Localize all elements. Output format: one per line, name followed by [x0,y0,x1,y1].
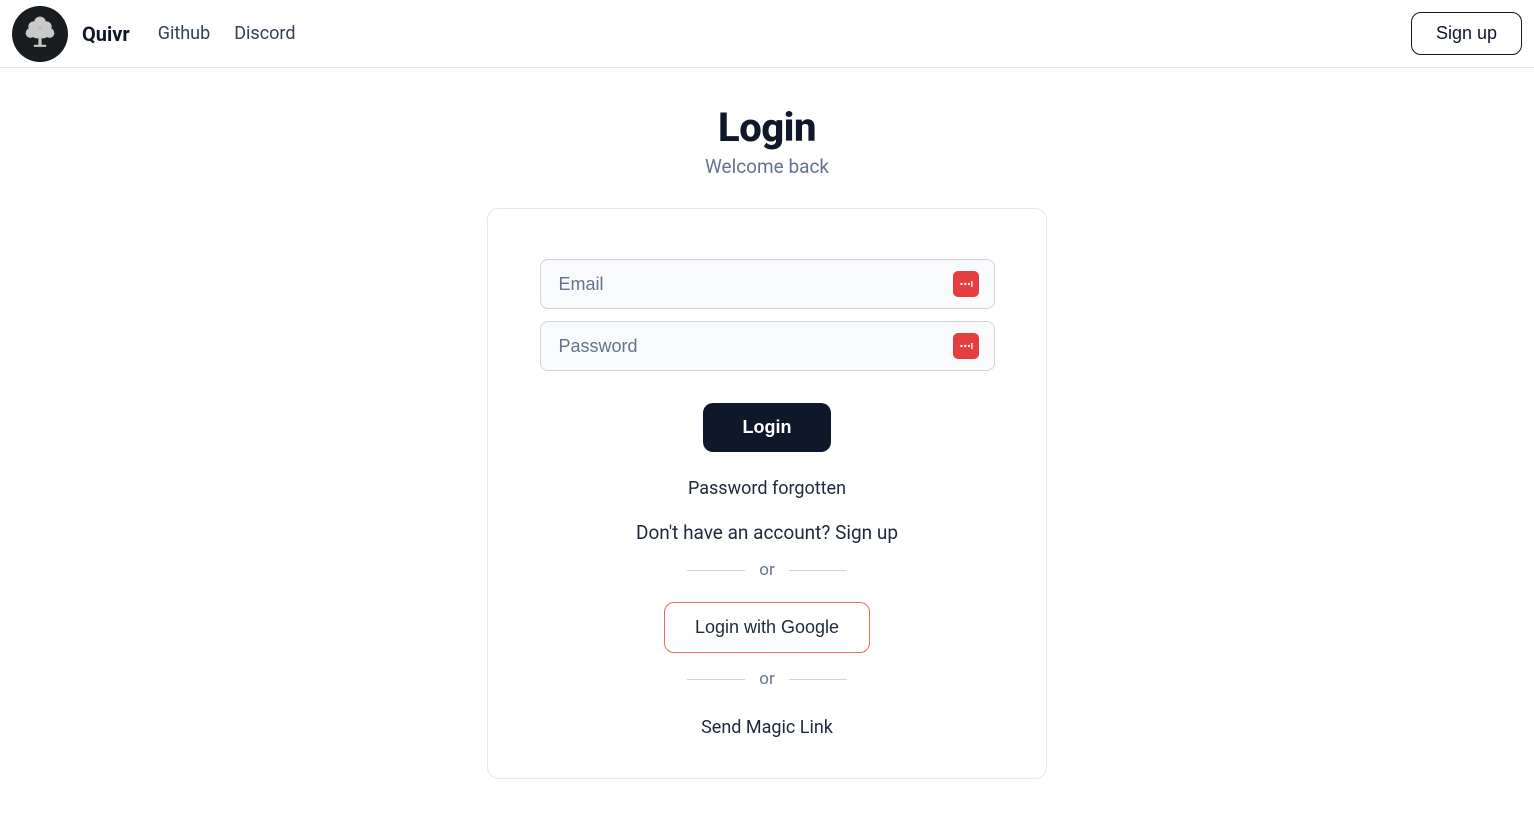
logo-circle [12,6,68,62]
login-button[interactable]: Login [703,403,832,452]
password-field[interactable] [540,321,995,371]
divider-text: or [759,669,774,689]
password-input-wrap [540,321,995,371]
nav-link-discord[interactable]: Discord [234,23,295,44]
divider-text: or [759,560,774,580]
page-title: Login [718,104,816,151]
page-subtitle: Welcome back [705,155,829,178]
brand-name: Quivr [82,22,130,46]
send-magic-link[interactable]: Send Magic Link [701,717,833,738]
nav-link-github[interactable]: Github [158,23,210,44]
forgot-password-link[interactable]: Password forgotten [688,478,846,499]
header-left: Quivr Github Discord [12,6,295,62]
main: Login Welcome back [0,68,1534,779]
email-field[interactable] [540,259,995,309]
login-card: Login Password forgotten Don't have an a… [487,208,1047,779]
signup-link[interactable]: Sign up [835,521,898,544]
signup-prompt-text: Don't have an account? [636,521,835,544]
email-input-wrap [540,259,995,309]
divider-or-1: or [687,560,847,580]
header-signup-button[interactable]: Sign up [1411,12,1522,55]
brand[interactable]: Quivr [12,6,130,62]
divider-or-2: or [687,669,847,689]
password-manager-icon[interactable] [953,271,979,297]
header: Quivr Github Discord Sign up [0,0,1534,68]
login-with-google-button[interactable]: Login with Google [664,602,870,653]
password-manager-icon[interactable] [953,333,979,359]
tree-icon [23,15,57,53]
nav-links: Github Discord [158,23,296,44]
signup-prompt: Don't have an account? Sign up [636,521,898,544]
